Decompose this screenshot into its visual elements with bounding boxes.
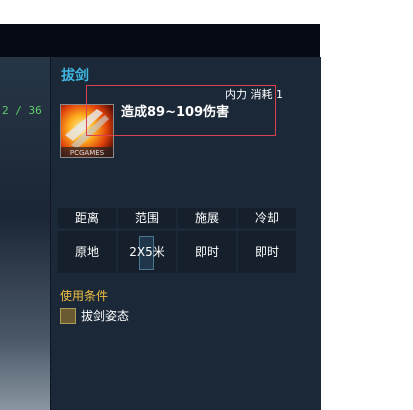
stat-header-distance: 距离 — [58, 208, 116, 228]
top-bar — [0, 24, 320, 57]
page-counter: 2 / 36 — [2, 104, 42, 117]
game-window: 2 / 36 拔剑 内力 消耗 1 PCGAMES 造成89~109伤害 距离 … — [0, 24, 321, 410]
conditions-label: 使用条件 — [60, 289, 109, 303]
stats-header-row: 距离 范围 施展 冷却 — [58, 208, 320, 228]
stat-header-cast: 施展 — [178, 208, 236, 228]
stat-header-cooldown: 冷却 — [238, 208, 296, 228]
stance-icon — [60, 307, 76, 324]
svg-text:PCGAMES: PCGAMES — [70, 149, 105, 157]
stat-value-distance: 原地 — [58, 231, 116, 273]
skill-name: 拔剑 — [61, 68, 89, 84]
stat-value-range: 2X5米 — [118, 231, 176, 273]
stats-value-row: 原地 2X5米 即时 即时 — [58, 231, 320, 273]
condition-item-label: 拔剑姿态 — [81, 309, 130, 323]
stat-value-cast: 即时 — [178, 231, 236, 273]
stat-header-range: 范围 — [118, 208, 176, 228]
left-panel: 2 / 36 — [0, 57, 50, 410]
stat-value-cooldown: 即时 — [238, 231, 296, 273]
stats-grid: 距离 范围 施展 冷却 原地 2X5米 即时 即时 — [58, 208, 320, 276]
effect-highlight-box — [86, 85, 276, 136]
stat-value-range-text: 2X5米 — [129, 245, 165, 259]
condition-item: 拔剑姿态 — [60, 307, 129, 324]
